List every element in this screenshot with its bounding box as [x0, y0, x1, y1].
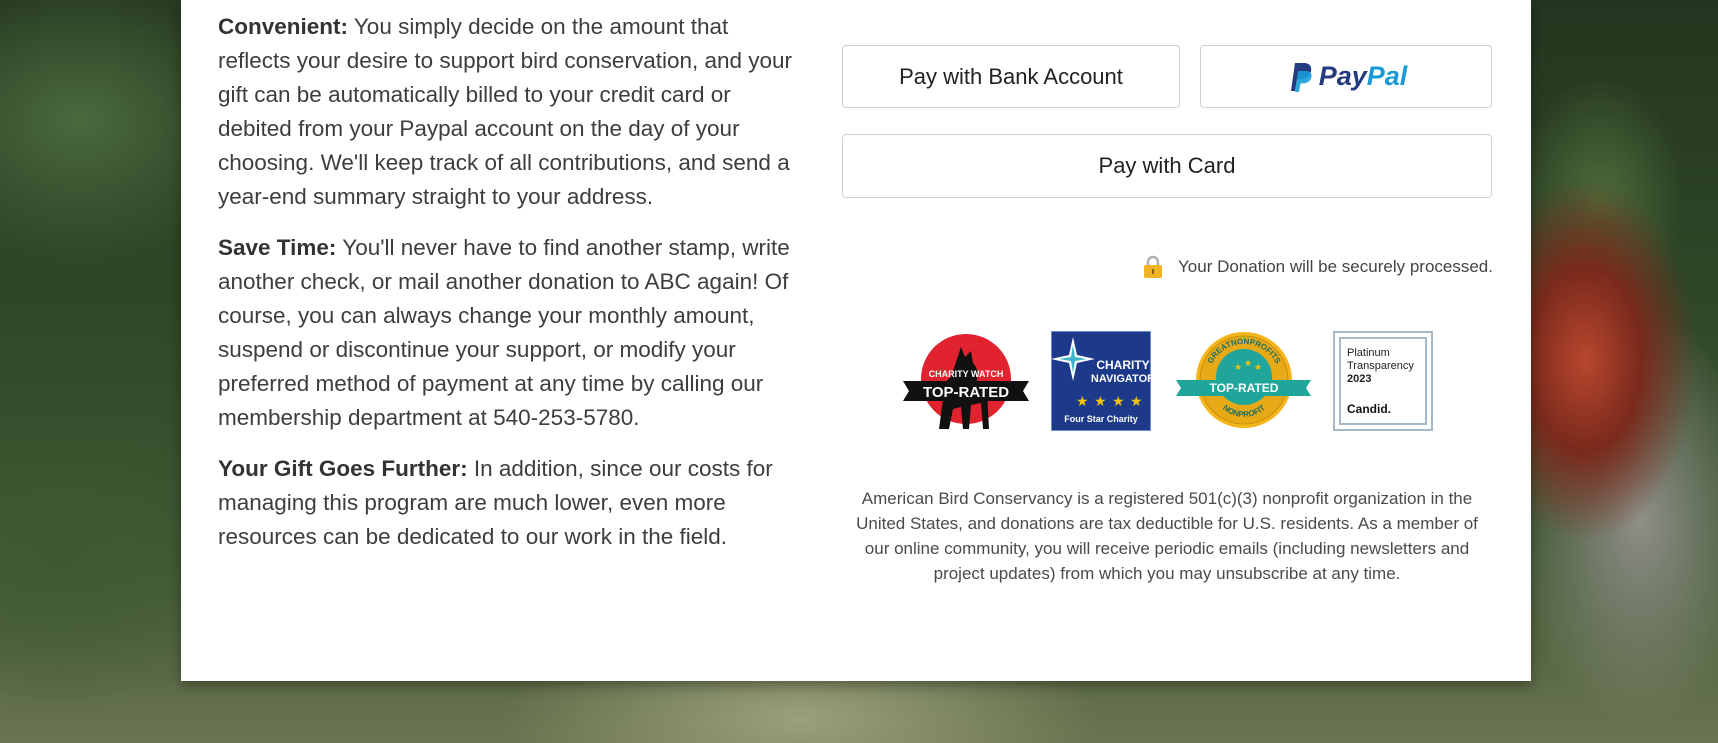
star-icon: ★	[1130, 393, 1143, 409]
candid-seal-badge: Platinum Transparency 2023 Candid.	[1333, 331, 1433, 431]
charity-navigator-line3: Four Star Charity	[1064, 414, 1138, 424]
benefit-heading: Save Time:	[218, 235, 337, 260]
star-icon: ★	[1234, 362, 1242, 372]
star-icon: ★	[1244, 358, 1252, 368]
paypal-word-pal: Pal	[1366, 61, 1408, 91]
pay-with-card-button[interactable]: Pay with Card	[842, 134, 1492, 198]
lock-icon	[1144, 255, 1162, 278]
tax-disclaimer: American Bird Conservancy is a registere…	[856, 489, 1478, 583]
candid-line3: 2023	[1347, 373, 1371, 385]
candid-line1: Platinum	[1347, 347, 1390, 359]
charity-watch-line2: TOP-RATED	[923, 384, 1009, 401]
pay-with-bank-label: Pay with Bank Account	[899, 63, 1123, 89]
benefit-heading: Convenient:	[218, 14, 349, 39]
secure-note-text: Your Donation will be securely processed…	[1178, 257, 1493, 276]
great-nonprofits-ribbon: TOP-RATED	[1210, 381, 1279, 395]
benefit-convenient: Convenient: You simply decide on the amo…	[218, 10, 798, 214]
pay-with-bank-button[interactable]: Pay with Bank Account	[842, 45, 1180, 108]
pay-with-card-label: Pay with Card	[1098, 153, 1236, 178]
paypal-word-pay: Pay	[1318, 61, 1367, 91]
star-icon: ★	[1254, 362, 1262, 372]
great-nonprofits-badge: GREATNONPROFITS ★ ★ ★ TOP-RATED NONPROFI…	[1176, 332, 1311, 428]
benefit-text: You'll never have to find another stamp,…	[218, 235, 790, 430]
benefit-save-time: Save Time: You'll never have to find ano…	[218, 231, 798, 435]
benefit-gift-further: Your Gift Goes Further: In addition, sin…	[218, 452, 798, 554]
candid-line2: Transparency	[1347, 360, 1414, 372]
secure-note: Your Donation will be securely processed…	[1142, 255, 1493, 279]
charity-navigator-line1: CHARITY	[1096, 358, 1149, 372]
paypal-logo: PayPal	[1285, 61, 1408, 93]
benefit-heading: Your Gift Goes Further:	[218, 456, 468, 481]
star-icon: ★	[1076, 393, 1089, 409]
star-icon: ★	[1112, 393, 1125, 409]
trust-badges: CHARITY WATCH TOP-RATED CHARITY NAVIGATO…	[901, 325, 1441, 435]
charity-navigator-badge: CHARITY NAVIGATOR ★ ★ ★ ★ Four Star Char…	[1051, 331, 1151, 431]
charity-navigator-line2: NAVIGATOR	[1091, 373, 1151, 385]
paypal-button[interactable]: PayPal	[1200, 45, 1492, 108]
candid-brand: Candid.	[1347, 402, 1391, 416]
donation-card: Convenient: You simply decide on the amo…	[181, 0, 1531, 681]
star-icon: ★	[1094, 393, 1107, 409]
benefits-list: Convenient: You simply decide on the amo…	[218, 10, 798, 571]
benefit-text: You simply decide on the amount that ref…	[218, 14, 793, 209]
charity-watch-line1: CHARITY WATCH	[929, 369, 1004, 379]
paypal-p-icon	[1290, 62, 1312, 92]
charity-watch-badge: CHARITY WATCH TOP-RATED	[903, 334, 1029, 429]
